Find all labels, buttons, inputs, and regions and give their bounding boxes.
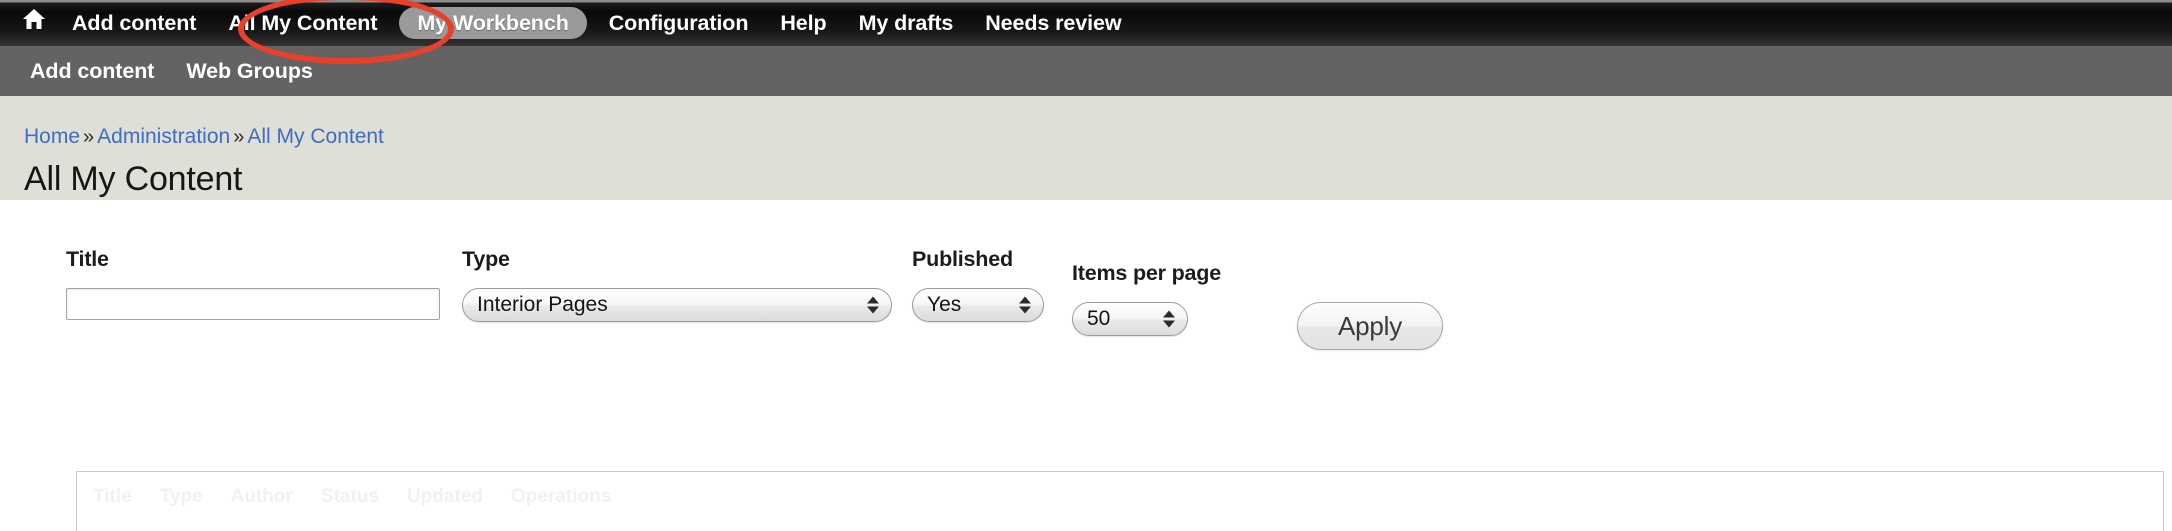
home-icon xyxy=(22,0,46,46)
secondary-nav-bar: Add content Web Groups xyxy=(0,46,2172,96)
published-select-value: Yes xyxy=(927,293,962,316)
table-header-updated[interactable]: Updated xyxy=(407,486,511,508)
chevron-updown-icon xyxy=(1163,310,1175,328)
table-header-row: Title Type Author Status Updated Operati… xyxy=(77,472,2163,508)
secondary-nav-item-web-groups[interactable]: Web Groups xyxy=(170,46,328,96)
table-header-status[interactable]: Status xyxy=(321,486,407,508)
type-select[interactable]: Interior Pages xyxy=(462,288,892,322)
table-header-operations[interactable]: Operations xyxy=(511,486,639,508)
toolbar-item-my-workbench[interactable]: My Workbench xyxy=(399,7,587,39)
breadcrumb-link-administration[interactable]: Administration xyxy=(97,125,230,148)
breadcrumb-separator: » xyxy=(83,126,95,148)
toolbar-item-configuration[interactable]: Configuration xyxy=(593,0,765,46)
table-header-author[interactable]: Author xyxy=(231,486,321,508)
type-label: Type xyxy=(462,247,510,271)
field-published: Published Yes xyxy=(912,246,1044,327)
home-button[interactable] xyxy=(14,0,56,46)
field-title: Title xyxy=(66,246,440,320)
chevron-updown-icon xyxy=(1019,296,1031,314)
items-per-page-value: 50 xyxy=(1087,307,1111,330)
toolbar-item-all-my-content[interactable]: All My Content xyxy=(212,0,393,46)
admin-toolbar: Add content All My Content My Workbench … xyxy=(0,0,2172,46)
chevron-updown-icon xyxy=(867,296,879,314)
toolbar-item-add-content[interactable]: Add content xyxy=(56,0,212,46)
results-table: Title Type Author Status Updated Operati… xyxy=(76,471,2164,531)
content-area: Title Type Interior Pages Published Yes … xyxy=(0,200,2172,531)
filter-form: Title Type Interior Pages Published Yes … xyxy=(0,200,2172,360)
published-select[interactable]: Yes xyxy=(912,288,1044,322)
breadcrumb-link-home[interactable]: Home xyxy=(24,125,80,148)
title-input[interactable] xyxy=(66,288,440,320)
breadcrumb-link-all-my-content[interactable]: All My Content xyxy=(247,125,384,148)
toolbar-item-help[interactable]: Help xyxy=(764,0,842,46)
secondary-nav-item-add-content[interactable]: Add content xyxy=(14,46,170,96)
field-type: Type Interior Pages xyxy=(462,246,892,327)
page-title: All My Content xyxy=(24,160,243,198)
breadcrumb: Home» Administration» All My Content xyxy=(24,124,2172,150)
table-header-title[interactable]: Title xyxy=(93,486,160,508)
breadcrumb-separator: » xyxy=(233,126,245,148)
type-select-value: Interior Pages xyxy=(477,293,608,316)
field-items-per-page: Items per page 50 xyxy=(1072,260,1221,341)
page-header: Home» Administration» All My Content All M… xyxy=(0,96,2172,200)
toolbar-item-needs-review[interactable]: Needs review xyxy=(969,0,1137,46)
apply-button[interactable]: Apply xyxy=(1297,302,1443,350)
table-header-type[interactable]: Type xyxy=(160,486,231,508)
items-per-page-label: Items per page xyxy=(1072,261,1221,285)
title-label: Title xyxy=(66,247,109,271)
toolbar-item-my-drafts[interactable]: My drafts xyxy=(843,0,970,46)
items-per-page-select[interactable]: 50 xyxy=(1072,302,1188,336)
published-label: Published xyxy=(912,247,1013,271)
